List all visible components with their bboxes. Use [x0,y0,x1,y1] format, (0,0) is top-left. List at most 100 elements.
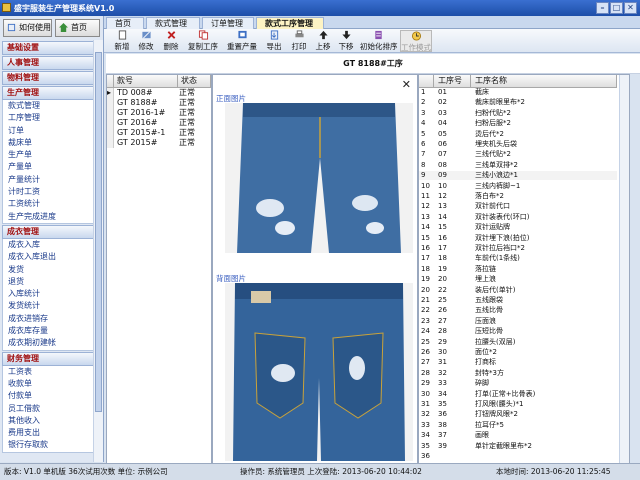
toolbar-button[interactable]: 工作模式 [400,30,432,52]
table-row[interactable]: 18 19 落拉链 [419,265,617,274]
nav-item[interactable]: 成衣进销存 [3,313,100,325]
table-row[interactable]: 1 01 截床 [419,88,617,97]
nav-item[interactable]: 生产完成进度 [3,211,100,223]
table-row[interactable]: 36 [419,452,617,461]
nav-item[interactable]: 裁床单 [3,137,100,149]
close-image-icon[interactable]: ✕ [402,78,411,91]
table-row[interactable]: 13 14 双针装表代(环口) [419,213,617,222]
table-row[interactable]: GT 2015#-1 正常 [107,128,211,138]
nav-item[interactable]: 工资表 [3,366,100,378]
row-selector[interactable] [107,108,114,118]
table-row[interactable]: 17 18 车前代(1条线) [419,254,617,263]
table-row[interactable]: 4 04 扫粉后服*2 [419,119,617,128]
row-selector[interactable] [107,128,114,138]
table-row[interactable]: 26 30 面位*2 [419,348,617,357]
nav-scroll-thumb[interactable] [95,52,102,412]
table-row[interactable]: 32 36 打钮牌风眼*2 [419,410,617,419]
toolbar-button[interactable]: 复制工序 [186,30,220,52]
minimize-icon[interactable]: – [596,2,609,14]
toolbar-button[interactable]: 打印 [288,30,310,52]
nav-section[interactable]: 基础设置 [2,41,101,55]
table-row[interactable]: 12 13 双针前代口 [419,202,617,211]
table-row[interactable]: 31 35 打风眼(腰头)*1 [419,400,617,409]
tab-item[interactable]: 款式管理 [146,17,200,29]
toolbar-button[interactable]: 新增 [112,30,132,52]
toolbar-button[interactable]: 上移 [314,30,332,52]
nav-section[interactable]: 物料管理 [2,71,101,85]
column-header-process-name[interactable]: 工序名称 [471,75,617,88]
nav-item[interactable]: 入库统计 [3,288,100,300]
nav-item[interactable]: 退货 [3,276,100,288]
nav-item[interactable]: 成衣库存量 [3,325,100,337]
process-table-scrollbar[interactable] [619,75,629,463]
tab-item[interactable]: 首页 [106,17,144,29]
toolbar-button[interactable]: 删除 [160,30,182,52]
table-row[interactable]: 7 07 三线代贴*2 [419,150,617,159]
column-header-style-no[interactable]: 款号 [114,75,178,88]
nav-section[interactable]: 人事管理 [2,56,101,70]
tab-item[interactable]: 款式工序管理 [256,17,324,29]
row-selector[interactable]: ▸ [107,88,114,98]
nav-item[interactable]: 银行存取款 [3,439,100,451]
table-row[interactable]: 11 12 落白布*2 [419,192,617,201]
table-row[interactable]: ▸ TD 008# 正常 [107,88,211,98]
nav-item[interactable]: 费用支出 [3,427,100,439]
how-to-use-button[interactable]: 如何使用 [3,19,52,37]
nav-scrollbar[interactable] [93,40,103,462]
close-icon[interactable]: ✕ [624,2,637,14]
table-row[interactable]: 5 05 烫后代*2 [419,130,617,139]
table-row[interactable]: 16 17 双针拉后裆口*2 [419,244,617,253]
table-row[interactable]: GT 2016# 正常 [107,118,211,128]
row-selector[interactable] [107,118,114,128]
column-header-process-no[interactable]: 工序号 [434,75,471,88]
table-row[interactable]: 27 31 打商标 [419,358,617,367]
table-row[interactable]: GT 8188# 正常 [107,98,211,108]
column-header-status[interactable]: 状态 [178,75,211,88]
table-row[interactable]: 21 25 五线跟袋 [419,296,617,305]
nav-section[interactable]: 财务管理 [2,351,101,366]
table-row[interactable]: 30 34 打单(正常+比骨表) [419,390,617,399]
toolbar-button[interactable]: 初始化排序 [360,30,398,52]
nav-item[interactable]: 产量统计 [3,174,100,186]
toolbar-button[interactable]: 下移 [336,30,356,52]
toolbar-button[interactable]: 导出 [264,30,284,52]
table-row[interactable]: 24 28 压短比骨 [419,327,617,336]
table-row[interactable]: 22 26 五线比骨 [419,306,617,315]
toolbar-button[interactable]: 重置产量 [224,30,260,52]
table-row[interactable]: 28 32 封特*3方 [419,369,617,378]
nav-item[interactable]: 发货 [3,264,100,276]
table-row[interactable]: 14 15 双针运贴牌 [419,223,617,232]
table-row[interactable]: 3 03 扫粉代贴*2 [419,109,617,118]
table-row[interactable]: 20 22 装后代(单针) [419,286,617,295]
table-row[interactable]: GT 2015# 正常 [107,138,211,148]
nav-item[interactable]: 成衣入库退出 [3,251,100,263]
table-row[interactable]: 25 29 拉腰头(双层) [419,338,617,347]
nav-item[interactable]: 工资统计 [3,198,100,210]
nav-item[interactable]: 工序管理 [3,112,100,124]
table-row[interactable]: 2 02 裁床前眼里布*2 [419,98,617,107]
table-row[interactable]: 29 33 碎脚 [419,379,617,388]
table-row[interactable]: 35 39 单针定截眼里布*2 [419,442,617,451]
table-row[interactable]: 15 16 双针埋下浪(拍位) [419,234,617,243]
table-row[interactable]: 8 08 三线单双排*2 [419,161,617,170]
row-selector[interactable] [107,98,114,108]
nav-item[interactable]: 付款单 [3,390,100,402]
toolbar-button[interactable]: 修改 [136,30,156,52]
home-button[interactable]: 首页 [55,19,100,37]
nav-item[interactable]: 其他收入 [3,415,100,427]
nav-item[interactable]: 成衣入库 [3,239,100,251]
table-row[interactable]: 34 37 画眼 [419,431,617,440]
tab-item[interactable]: 订单管理 [202,17,254,29]
table-row[interactable]: 33 38 拉耳仔*5 [419,421,617,430]
maximize-icon[interactable]: □ [610,2,623,14]
table-row[interactable]: 23 27 压面浪 [419,317,617,326]
nav-item[interactable]: 生产单 [3,149,100,161]
row-selector[interactable] [107,138,114,148]
nav-item[interactable]: 成衣期初建帐 [3,337,100,349]
nav-section[interactable]: 成衣管理 [2,224,101,239]
table-row[interactable]: 10 10 三线内裤脚~1 [419,182,617,191]
nav-item[interactable]: 产量单 [3,161,100,173]
table-row[interactable]: 9 09 三线小浪边*1 [419,171,617,180]
nav-item[interactable]: 收款单 [3,378,100,390]
nav-section[interactable]: 生产管理 [2,86,101,100]
